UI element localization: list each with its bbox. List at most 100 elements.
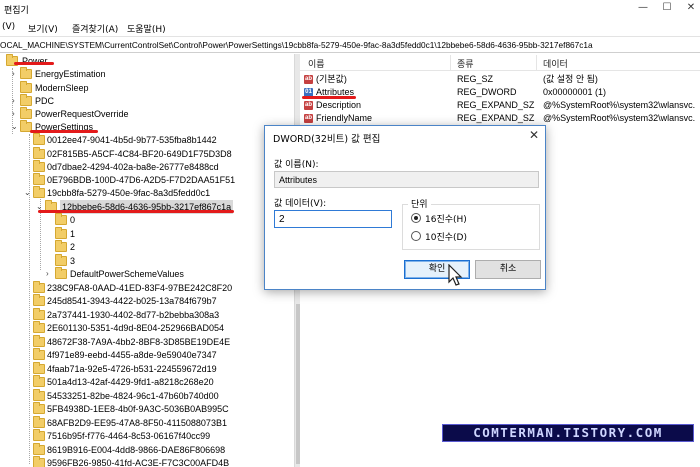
dialog-title: DWORD(32비트) 값 편집 [273, 134, 381, 145]
hex-radio-label[interactable]: 16진수(H) [425, 212, 467, 225]
folder-icon [33, 429, 45, 441]
tree-item-setting[interactable]: 238C9FA8-0AAD-41ED-83F4-97BE242C8F20 [0, 281, 294, 295]
folder-icon [33, 389, 45, 401]
tree-item-setting[interactable]: 02F815B5-A5CF-4C84-BF20-649D1F75D3D8 [0, 147, 294, 161]
list-item[interactable]: ab Description REG_EXPAND_SZ @%SystemRoo… [300, 99, 700, 112]
chevron-right-icon[interactable]: › [12, 107, 15, 121]
list-item[interactable]: ab (기본값) REG_SZ (값 설정 안 됨) [300, 73, 700, 86]
menu-favorites[interactable]: 즐겨찾기(A) [72, 22, 118, 35]
tree-item-setting[interactable]: 2a737441-1930-4402-8d77-b2bebba308a3 [0, 308, 294, 322]
window-title: 편집기 [4, 6, 29, 16]
folder-icon [55, 254, 67, 266]
value-data-input[interactable] [274, 210, 392, 228]
tree-item-setting[interactable]: 0012ee47-9041-4b5d-9b77-535fba8b1442 [0, 133, 294, 147]
tree-item-setting[interactable]: 48672F38-7A9A-4bb2-8BF8-3D85BE19DE4E [0, 335, 294, 349]
string-value-icon: ab [304, 114, 313, 123]
tree-item-setting[interactable]: 2E601130-5351-4d9d-8E04-252966BAD054 [0, 321, 294, 335]
column-data[interactable]: 데이터 [543, 57, 568, 70]
column-divider[interactable] [450, 55, 451, 70]
title-bar: 편집기 — ☐ ✕ [0, 0, 700, 18]
value-data-label: 값 데이터(V): [274, 199, 327, 209]
folder-icon [33, 147, 45, 159]
maximize-icon[interactable]: ☐ [660, 2, 674, 14]
folder-icon [20, 107, 32, 119]
tree-item-pdc[interactable]: › PDC [0, 94, 294, 108]
folder-icon [55, 213, 67, 225]
chevron-right-icon[interactable]: › [46, 267, 49, 281]
dec-radio-label[interactable]: 10진수(D) [425, 230, 467, 243]
cancel-button[interactable]: 취소 [475, 260, 541, 279]
tree-item-setting[interactable]: 0E796BDB-100D-47D6-A2D5-F7D2DAA51F51 [0, 173, 294, 187]
hex-radio[interactable] [411, 213, 421, 223]
folder-icon [20, 67, 32, 79]
tree-item-setting[interactable]: 501a4d13-42af-4429-9fd1-a8218c268e20 [0, 375, 294, 389]
chevron-down-icon[interactable]: ⌄ [11, 120, 18, 134]
folder-icon [33, 362, 45, 374]
address-path: OCAL_MACHINE\SYSTEM\CurrentControlSet\Co… [0, 40, 593, 50]
annotation-underline [38, 210, 234, 213]
tree-item-setting[interactable]: 9596FB26-9850-41fd-AC3E-F7C3C00AFD4B [0, 456, 294, 467]
folder-icon [55, 227, 67, 239]
tree-item-setting[interactable]: 0d7dbae2-4294-402a-ba8e-26777e8488cd [0, 160, 294, 174]
string-value-icon: ab [304, 75, 313, 84]
base-group [402, 204, 540, 250]
chevron-down-icon[interactable]: ⌄ [24, 186, 31, 200]
tree-item-setting[interactable]: 4faab71a-92e5-4726-b531-224559672d19 [0, 362, 294, 376]
tree-item-setting[interactable]: 54533251-82be-4824-96c1-47b60b740d00 [0, 389, 294, 403]
chevron-right-icon[interactable]: › [12, 67, 15, 81]
folder-icon [33, 186, 45, 198]
tree-item-setting[interactable]: 5FB4938D-1EE8-4b0f-9A3C-5036B0AB995C [0, 402, 294, 416]
folder-icon [20, 81, 32, 93]
tree-item-setting[interactable]: 8619B916-E004-4dd8-9866-DAE86F806698 [0, 443, 294, 457]
tree-item-powerrequestoverride[interactable]: › PowerRequestOverride [0, 107, 294, 121]
list-item[interactable]: ab FriendlyName REG_EXPAND_SZ @%SystemRo… [300, 112, 700, 125]
chevron-right-icon[interactable]: › [12, 94, 15, 108]
menu-view[interactable]: 보기(V) [28, 22, 58, 35]
folder-icon [33, 133, 45, 145]
folder-icon [33, 160, 45, 172]
menu-help[interactable]: 도움말(H) [127, 22, 166, 35]
menu-bar: (V) 보기(V) 즐겨찾기(A) 도움말(H) [0, 18, 700, 36]
minimize-icon[interactable]: — [636, 2, 650, 14]
folder-icon [33, 294, 45, 306]
dec-radio[interactable] [411, 231, 421, 241]
tree-item-subkey[interactable]: › DefaultPowerSchemeValues [0, 267, 294, 281]
folder-icon [33, 402, 45, 414]
tree-item-subkey[interactable]: 1 [0, 227, 294, 241]
watermark: COMTERMAN.TISTORY.COM [442, 424, 694, 442]
tree-item-setting[interactable]: 7516b95f-f776-4464-8c53-06167f40cc99 [0, 429, 294, 443]
folder-icon [33, 375, 45, 387]
column-divider[interactable] [536, 55, 537, 70]
list-item[interactable]: 01 Attributes REG_DWORD 0x00000001 (1) [300, 86, 700, 99]
tree-item-modernsleep[interactable]: ModernSleep [0, 81, 294, 95]
tree-item-setting[interactable]: 4f971e89-eebd-4455-a8de-9e59040e7347 [0, 348, 294, 362]
folder-icon [33, 335, 45, 347]
annotation-underline [30, 130, 98, 133]
annotation-underline [302, 96, 356, 99]
close-icon[interactable]: ✕ [529, 128, 539, 142]
column-type[interactable]: 종류 [457, 57, 474, 70]
value-name-text: Attributes [279, 175, 318, 185]
value-name-label: 값 이름(N): [274, 160, 319, 170]
mouse-pointer-icon [448, 264, 463, 286]
annotation-underline [14, 62, 54, 65]
folder-icon [55, 240, 67, 252]
tree-item-energyestimation[interactable]: › EnergyEstimation [0, 67, 294, 81]
folder-icon [20, 94, 32, 106]
tree-item-power[interactable]: Power [0, 54, 294, 68]
tree-item-subkey[interactable]: 3 [0, 254, 294, 268]
string-value-icon: ab [304, 101, 313, 110]
address-bar[interactable]: OCAL_MACHINE\SYSTEM\CurrentControlSet\Co… [0, 36, 700, 53]
folder-icon [55, 267, 67, 279]
column-name[interactable]: 이름 [308, 57, 325, 70]
value-name-field: Attributes [274, 171, 539, 188]
tree-item-setting[interactable]: 245d8541-3943-4422-b025-13a784f679b7 [0, 294, 294, 308]
tree-item-subkey[interactable]: 0 [0, 213, 294, 227]
close-window-icon[interactable]: ✕ [684, 2, 698, 14]
folder-icon [33, 173, 45, 185]
menu-edit[interactable]: (V) [2, 22, 15, 32]
tree-item-subkey[interactable]: 2 [0, 240, 294, 254]
tree-item-expanded-setting[interactable]: ⌄ 19cbb8fa-5279-450e-9fac-8a3d5fedd0c1 [0, 186, 294, 200]
tree-item-setting[interactable]: 68AFB2D9-EE95-47A8-8F50-4115088073B1 [0, 416, 294, 430]
edit-dword-dialog: DWORD(32비트) 값 편집 ✕ 값 이름(N): Attributes 값… [264, 125, 546, 290]
